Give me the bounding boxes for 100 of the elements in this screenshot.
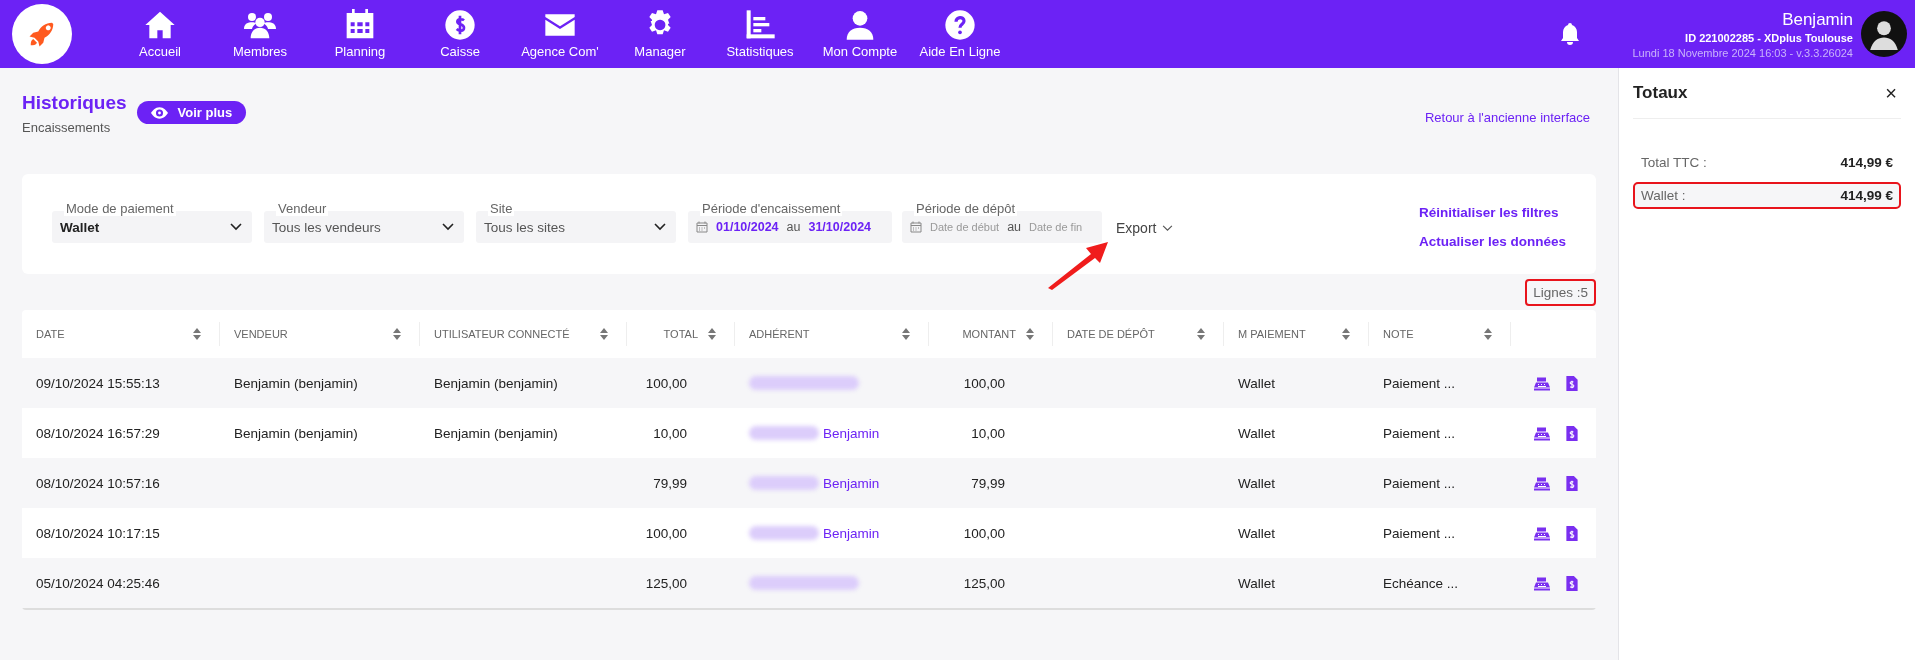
nav-item[interactable]: Planning bbox=[310, 9, 410, 59]
calendar-icon bbox=[344, 9, 376, 41]
home-icon bbox=[144, 9, 176, 41]
member-link[interactable]: Benjamin bbox=[823, 425, 880, 441]
nav-item[interactable]: Membres bbox=[210, 9, 310, 59]
table-cell: 100,00 bbox=[963, 525, 1005, 541]
table-cell: Paiement ... bbox=[1383, 525, 1456, 541]
table-cell: 10,00 bbox=[653, 425, 687, 441]
table-cell: 05/10/2024 04:25:46 bbox=[36, 575, 160, 591]
table-cell: Benjamin (benjamin) bbox=[434, 425, 558, 441]
table-cell: Wallet bbox=[1238, 475, 1275, 491]
blurred-name bbox=[749, 426, 819, 440]
invoice-icon[interactable] bbox=[1564, 375, 1580, 391]
chevron-down-icon bbox=[442, 223, 454, 231]
table-cell: 100,00 bbox=[645, 375, 687, 391]
sort-icon[interactable] bbox=[193, 328, 201, 340]
table-cell: 125,00 bbox=[645, 575, 687, 591]
rocket-logo-icon[interactable] bbox=[12, 4, 72, 64]
nav-item[interactable]: Aide En Ligne bbox=[910, 9, 1010, 59]
column-header[interactable]: DATE bbox=[36, 328, 65, 340]
member-link[interactable]: Benjamin bbox=[823, 475, 880, 491]
nav-item[interactable]: Agence Com' bbox=[510, 9, 610, 59]
invoice-icon[interactable] bbox=[1564, 525, 1580, 541]
sort-icon[interactable] bbox=[902, 328, 910, 340]
close-button[interactable]: × bbox=[1881, 81, 1901, 105]
eye-icon bbox=[150, 106, 168, 119]
column-header[interactable]: M PAIEMENT bbox=[1238, 328, 1306, 340]
cash-register-icon[interactable] bbox=[1534, 375, 1550, 391]
panel-title: Totaux bbox=[1633, 83, 1688, 103]
help-icon bbox=[944, 9, 976, 41]
user-name: Benjamin bbox=[1782, 9, 1853, 30]
sort-icon[interactable] bbox=[1484, 328, 1492, 340]
blurred-name bbox=[749, 476, 819, 490]
nav-item[interactable]: Caisse bbox=[410, 9, 510, 59]
sort-icon[interactable] bbox=[1197, 328, 1205, 340]
table-cell: Echéance ... bbox=[1383, 575, 1459, 591]
table-cell: Wallet bbox=[1238, 575, 1275, 591]
nav-item[interactable]: Statistiques bbox=[710, 9, 810, 59]
table-cell: Benjamin (benjamin) bbox=[234, 425, 358, 441]
table-cell: 125,00 bbox=[963, 575, 1005, 591]
table-cell: Wallet bbox=[1238, 525, 1275, 541]
chevron-down-icon bbox=[1162, 224, 1174, 232]
member-link[interactable]: Benjamin bbox=[823, 525, 880, 541]
table-cell: 08/10/2024 10:17:15 bbox=[36, 525, 160, 541]
cash-register-icon[interactable] bbox=[1534, 475, 1550, 491]
see-more-button[interactable]: Voir plus bbox=[136, 101, 247, 124]
table-cell: 10,00 bbox=[971, 425, 1005, 441]
nav-item[interactable]: Manager bbox=[610, 9, 710, 59]
table-cell: Benjamin (benjamin) bbox=[234, 375, 358, 391]
table-cell: Benjamin (benjamin) bbox=[434, 375, 558, 391]
column-header[interactable]: NOTE bbox=[1383, 328, 1414, 340]
table-cell: Paiement ... bbox=[1383, 375, 1456, 391]
table-cell: Paiement ... bbox=[1383, 425, 1456, 441]
blurred-name bbox=[749, 526, 819, 540]
nav-item[interactable]: Accueil bbox=[110, 9, 210, 59]
avatar-icon[interactable] bbox=[1861, 11, 1907, 57]
sort-icon[interactable] bbox=[600, 328, 608, 340]
date-version: Lundi 18 Novembre 2024 16:03 - v.3.3.26024 bbox=[1632, 46, 1853, 59]
invoice-icon[interactable] bbox=[1564, 575, 1580, 591]
table-cell: Paiement ... bbox=[1383, 475, 1456, 491]
action-link[interactable]: Réinitialiser les filtres bbox=[1418, 205, 1559, 220]
column-header[interactable]: VENDEUR bbox=[234, 328, 288, 340]
account-id: ID 221002285 - XDplus Toulouse bbox=[1685, 31, 1853, 44]
sort-icon[interactable] bbox=[393, 328, 401, 340]
chevron-down-icon bbox=[654, 223, 666, 231]
table-cell: 09/10/2024 15:55:13 bbox=[36, 375, 160, 391]
table-cell: 79,99 bbox=[653, 475, 687, 491]
column-header[interactable]: DATE DE DÉPÔT bbox=[1067, 328, 1155, 340]
column-header[interactable]: ADHÉRENT bbox=[749, 328, 810, 340]
column-header[interactable]: MONTANT bbox=[962, 328, 1016, 340]
action-link[interactable]: Actualiser les données bbox=[1418, 234, 1566, 249]
table-cell: 100,00 bbox=[645, 525, 687, 541]
page-subtitle: Encaissements bbox=[22, 120, 112, 135]
cash-register-icon[interactable] bbox=[1534, 525, 1550, 541]
nav-item[interactable]: Mon Compte bbox=[810, 9, 910, 59]
column-header[interactable]: UTILISATEUR CONNECTÉ bbox=[434, 328, 570, 340]
export-button[interactable]: Export bbox=[1114, 218, 1176, 238]
table-cell: 08/10/2024 10:57:16 bbox=[36, 475, 160, 491]
user-icon bbox=[844, 9, 876, 41]
chevron-down-icon bbox=[230, 223, 242, 231]
dollar-icon bbox=[444, 9, 476, 41]
invoice-icon[interactable] bbox=[1564, 475, 1580, 491]
invoice-icon[interactable] bbox=[1564, 425, 1580, 441]
table-cell: 79,99 bbox=[971, 475, 1005, 491]
table-cell: 08/10/2024 16:57:29 bbox=[36, 425, 160, 441]
table-cell: Wallet bbox=[1238, 375, 1275, 391]
calendar-icon bbox=[696, 221, 708, 233]
calendar-icon bbox=[910, 221, 922, 233]
line-count: Lignes :5 bbox=[1525, 278, 1596, 306]
cash-register-icon[interactable] bbox=[1534, 425, 1550, 441]
total-line: Total TTC : 414,99 € bbox=[1640, 154, 1894, 172]
sort-icon[interactable] bbox=[1342, 328, 1350, 340]
cash-register-icon[interactable] bbox=[1534, 575, 1550, 591]
sort-icon[interactable] bbox=[708, 328, 716, 340]
page-title: Historiques bbox=[22, 92, 127, 114]
bar-chart-icon bbox=[744, 9, 776, 41]
back-link[interactable]: Retour à l'ancienne interface bbox=[1424, 110, 1590, 125]
sort-icon[interactable] bbox=[1026, 328, 1034, 340]
column-header[interactable]: TOTAL bbox=[663, 328, 698, 340]
table-cell: 100,00 bbox=[963, 375, 1005, 391]
